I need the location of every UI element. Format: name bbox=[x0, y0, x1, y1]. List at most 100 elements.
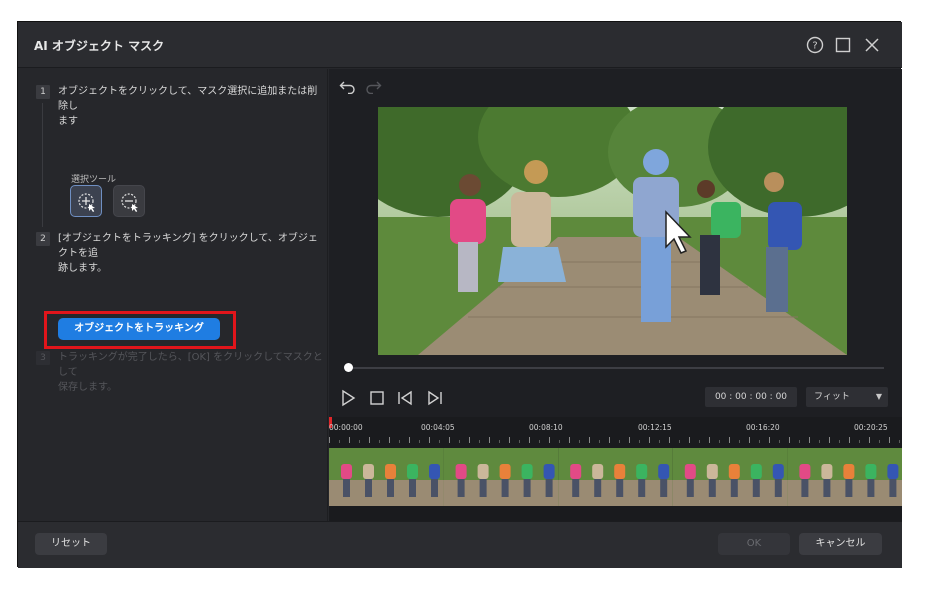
timeline-tick bbox=[409, 437, 410, 443]
play-icon[interactable] bbox=[339, 389, 357, 407]
timeline-tick bbox=[459, 440, 460, 443]
timeline-tick bbox=[379, 440, 380, 443]
zoom-select-value: フィット bbox=[814, 392, 850, 402]
timeline-tick bbox=[549, 437, 550, 443]
selection-tool-label: 選択ツール bbox=[71, 175, 117, 185]
instructions-panel: 1 オブジェクトをクリックして、マスク選択に追加または削除し ます 選択ツール … bbox=[18, 69, 328, 521]
step-3-line1: トラッキングが完了したら、[OK] をクリックしてマスクとして bbox=[58, 352, 323, 378]
timeline-tick bbox=[419, 440, 420, 443]
add-selection-button[interactable] bbox=[70, 185, 102, 217]
video-preview[interactable] bbox=[378, 107, 847, 355]
timeline-label: 00:04:05 bbox=[421, 423, 455, 432]
step-1-line2: ます bbox=[58, 116, 78, 127]
redo-icon[interactable] bbox=[364, 80, 382, 94]
timeline-tick bbox=[779, 440, 780, 443]
maximize-square-icon[interactable] bbox=[834, 36, 852, 54]
timeline-tick bbox=[519, 440, 520, 443]
dialog-footer: リセット OK キャンセル bbox=[18, 521, 902, 568]
timeline-tick bbox=[359, 440, 360, 443]
timeline-tick bbox=[769, 437, 770, 443]
timeline-tick bbox=[789, 437, 790, 443]
timeline-tick bbox=[479, 440, 480, 443]
ai-object-mask-dialog: AI オブジェクト マスク ? 1 オブジェクトをクリックして、マスク選択に追加… bbox=[17, 21, 902, 568]
timeline-tick bbox=[739, 440, 740, 443]
timeline-tick bbox=[449, 437, 450, 443]
reset-button[interactable]: リセット bbox=[35, 533, 107, 555]
timeline-tick bbox=[599, 440, 600, 443]
title-bar: AI オブジェクト マスク ? bbox=[18, 22, 902, 68]
seek-knob[interactable] bbox=[344, 363, 353, 372]
timeline-tick bbox=[469, 437, 470, 443]
timeline-tick bbox=[839, 440, 840, 443]
step-3-number: 3 bbox=[36, 351, 50, 365]
timeline-tick bbox=[649, 437, 650, 443]
step-2-line1: [オブジェクトをトラッキング] をクリックして、オブジェクトを追 bbox=[58, 233, 318, 259]
timeline-tick bbox=[849, 437, 850, 443]
timeline-tick bbox=[589, 437, 590, 443]
timeline-tick bbox=[799, 440, 800, 443]
add-selection-icon bbox=[78, 193, 95, 212]
timeline-tick bbox=[639, 440, 640, 443]
timeline-tick bbox=[819, 440, 820, 443]
timeline-tick bbox=[629, 437, 630, 443]
timeline-tick bbox=[489, 437, 490, 443]
timeline-tick bbox=[539, 440, 540, 443]
stop-icon[interactable] bbox=[368, 389, 386, 407]
timeline-tick bbox=[669, 437, 670, 443]
seek-bar[interactable] bbox=[348, 367, 884, 369]
timeline-tick bbox=[699, 440, 700, 443]
step-1-line1: オブジェクトをクリックして、マスク選択に追加または削除し bbox=[58, 86, 318, 112]
timeline-label: 00:12:15 bbox=[638, 423, 672, 432]
help-circle-icon[interactable]: ? bbox=[806, 36, 824, 54]
close-x-icon[interactable] bbox=[863, 36, 881, 54]
timeline-tick bbox=[809, 437, 810, 443]
filmstrip-thumbnail bbox=[787, 448, 902, 506]
timeline-label: 00:08:10 bbox=[529, 423, 563, 432]
svg-text:?: ? bbox=[812, 41, 817, 52]
step-2-line2: 跡します。 bbox=[58, 263, 107, 274]
timeline-label: 00:20:25 bbox=[854, 423, 888, 432]
timeline-tick bbox=[429, 437, 430, 443]
timeline-tick bbox=[759, 440, 760, 443]
timeline-tick bbox=[509, 437, 510, 443]
step-connector bbox=[42, 103, 43, 227]
timecode-display: 00 : 00 : 00 : 00 bbox=[705, 387, 797, 407]
timeline-tick bbox=[859, 440, 860, 443]
track-object-button[interactable]: オブジェクトをトラッキング bbox=[58, 318, 220, 340]
timeline[interactable]: 00:00:00 00:04:05 00:08:10 00:12:15 00:1… bbox=[329, 417, 902, 521]
timeline-tick bbox=[619, 440, 620, 443]
dialog-title: AI オブジェクト マスク bbox=[34, 39, 165, 53]
timeline-tick bbox=[579, 440, 580, 443]
step-2-number: 2 bbox=[36, 232, 50, 246]
prev-frame-icon[interactable] bbox=[396, 389, 414, 407]
filmstrip-thumbnail bbox=[329, 448, 444, 506]
step-1-number: 1 bbox=[36, 85, 50, 99]
next-frame-icon[interactable] bbox=[426, 389, 444, 407]
remove-selection-icon bbox=[121, 193, 138, 212]
step-1-text: オブジェクトをクリックして、マスク選択に追加または削除し ます bbox=[58, 84, 327, 129]
undo-icon[interactable] bbox=[339, 80, 357, 94]
filmstrip-thumbnail bbox=[558, 448, 673, 506]
cancel-button[interactable]: キャンセル bbox=[799, 533, 882, 555]
timeline-tick bbox=[659, 440, 660, 443]
timeline-tick bbox=[529, 437, 530, 443]
timeline-tick bbox=[899, 440, 900, 443]
timeline-label: 00:16:20 bbox=[746, 423, 780, 432]
timeline-label: 00:00:00 bbox=[329, 423, 363, 432]
ok-button[interactable]: OK bbox=[718, 533, 790, 555]
step-3-line2: 保存します。 bbox=[58, 382, 117, 393]
zoom-select[interactable]: フィット ▼ bbox=[806, 387, 888, 407]
timeline-tick bbox=[689, 437, 690, 443]
timeline-tick bbox=[399, 440, 400, 443]
timeline-tick bbox=[569, 437, 570, 443]
timeline-tick bbox=[709, 437, 710, 443]
timeline-tick bbox=[439, 440, 440, 443]
remove-selection-button[interactable] bbox=[113, 185, 145, 217]
timeline-tick bbox=[369, 437, 370, 443]
timeline-tick bbox=[829, 437, 830, 443]
timeline-tick bbox=[389, 437, 390, 443]
timeline-tick bbox=[889, 437, 890, 443]
timeline-tick bbox=[719, 440, 720, 443]
timeline-tick bbox=[879, 440, 880, 443]
step-3-text: トラッキングが完了したら、[OK] をクリックしてマスクとして 保存します。 bbox=[58, 350, 327, 395]
